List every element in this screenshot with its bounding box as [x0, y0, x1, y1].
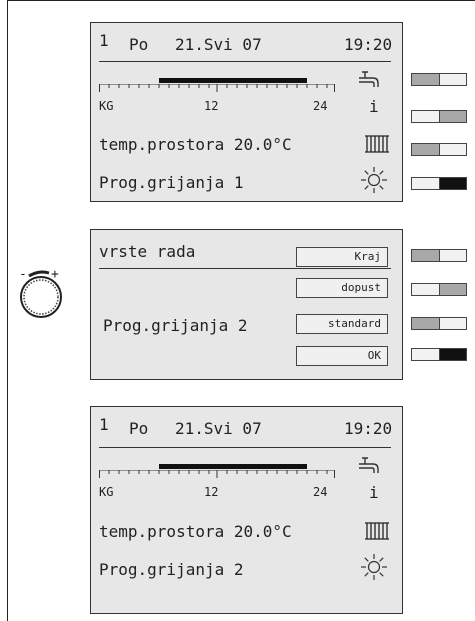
heating-program: Prog.grijanja 1: [99, 173, 244, 192]
frame-top-border: [7, 0, 475, 1]
option-ok-button[interactable]: OK: [296, 346, 388, 366]
scale-label-right: 24: [313, 99, 328, 113]
operating-mode-menu: vrste rada Kraj dopust standard OK Prog.…: [90, 229, 403, 380]
side-button-1[interactable]: [411, 73, 467, 86]
frame-left-border: [7, 0, 8, 621]
clock-time: 19:20: [344, 35, 393, 54]
tap-icon: [357, 69, 381, 93]
sun-icon: [359, 552, 389, 586]
side-button-2[interactable]: [411, 110, 467, 123]
option-standard-button[interactable]: standard: [296, 314, 388, 334]
heating-period-bar: [159, 464, 307, 469]
selected-program: Prog.grijanja 2: [103, 316, 248, 335]
room-temperature: temp.prostora 20.0°C: [99, 522, 292, 541]
side-button-7[interactable]: [411, 317, 467, 330]
side-button-5[interactable]: [411, 249, 467, 262]
date: 21.Svi 07: [175, 35, 262, 54]
time-scale-ticks: [99, 84, 335, 92]
header-divider: [99, 61, 391, 62]
option-kraj-button[interactable]: Kraj: [296, 247, 388, 267]
knob-minus-label: -: [19, 267, 27, 282]
scale-label-mid: 12: [204, 99, 219, 113]
display-panel-standard: 1 Po 21.Svi 07 19:20 KG 12 24 i temp.pro…: [90, 22, 403, 202]
radiator-icon: [364, 134, 390, 158]
scale-label-left: KG: [99, 99, 114, 113]
menu-title: vrste rada: [99, 242, 196, 261]
scale-label-mid: 12: [204, 485, 219, 499]
sun-icon: [359, 165, 389, 199]
weekday: Po: [129, 35, 149, 54]
header-divider: [99, 447, 391, 448]
time-scale-ticks: [99, 470, 335, 478]
date: 21.Svi 07: [175, 419, 262, 438]
rotary-knob[interactable]: - +: [16, 264, 78, 324]
side-button-3[interactable]: [411, 143, 467, 156]
heating-period-bar: [159, 78, 307, 83]
side-button-8[interactable]: [411, 348, 467, 361]
info-icon: i: [369, 97, 379, 116]
weekday: Po: [129, 419, 149, 438]
tap-icon: [357, 455, 381, 479]
menu-divider: [99, 268, 391, 269]
side-button-4[interactable]: [411, 177, 467, 190]
heating-program: Prog.grijanja 2: [99, 560, 244, 579]
info-icon: i: [369, 483, 379, 502]
side-button-6[interactable]: [411, 283, 467, 296]
room-temperature: temp.prostora 20.0°C: [99, 135, 292, 154]
line-number: 1: [99, 415, 109, 434]
scale-label-left: KG: [99, 485, 114, 499]
scale-label-right: 24: [313, 485, 328, 499]
radiator-icon: [364, 521, 390, 545]
display-panel-result: 1 Po 21.Svi 07 19:20 KG 12 24 i temp.pro…: [90, 406, 403, 614]
line-number: 1: [99, 31, 109, 50]
clock-time: 19:20: [344, 419, 393, 438]
option-dopust-button[interactable]: dopust: [296, 278, 388, 298]
